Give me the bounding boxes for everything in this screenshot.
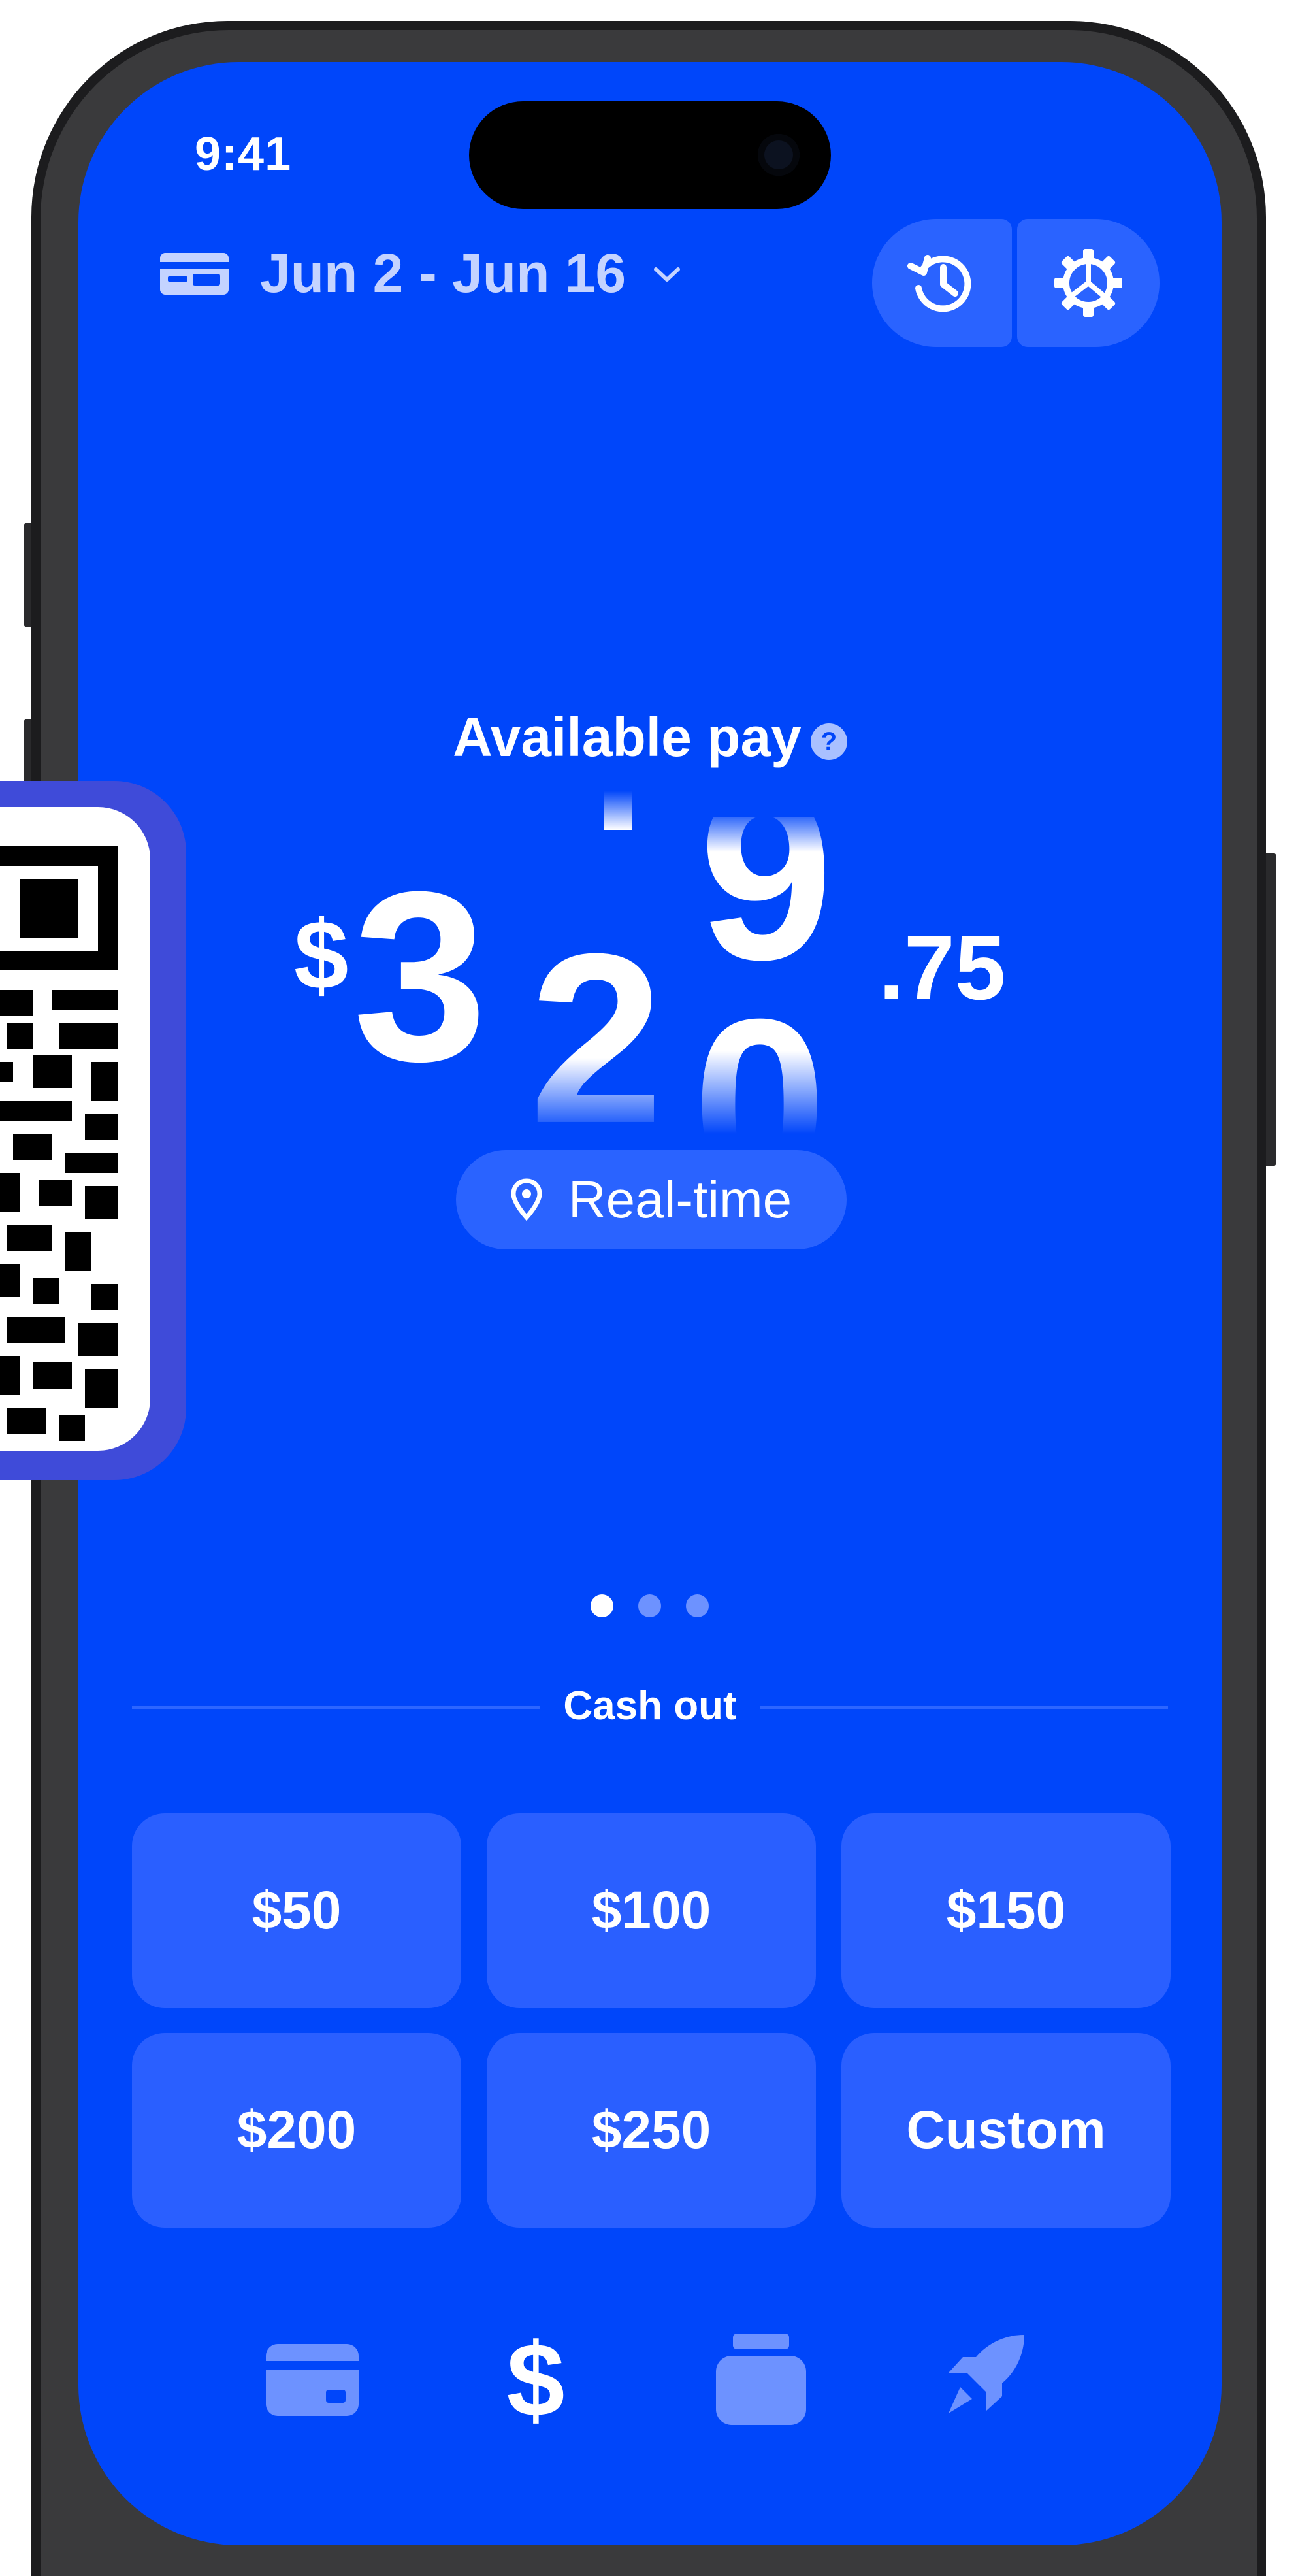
jar-icon xyxy=(716,2334,806,2425)
cash-out-250-button[interactable]: $250 xyxy=(487,2033,816,2228)
amount-digit-3: 3 xyxy=(353,842,487,1112)
settings-icon xyxy=(1054,249,1122,317)
amount-cents: .75 xyxy=(879,916,1006,1019)
status-time: 9:41 xyxy=(195,128,292,180)
amount-digit-2: 2 xyxy=(529,918,664,1134)
dollar-icon: $ xyxy=(507,2330,565,2428)
cash-out-options: $50 $100 $150 $200 $250 Custom xyxy=(132,1813,1171,2228)
history-button[interactable] xyxy=(872,219,1012,347)
amount-digit-fragment xyxy=(604,791,632,830)
cash-out-200-button[interactable]: $200 xyxy=(132,2033,461,2228)
tab-savings[interactable] xyxy=(696,2320,826,2437)
page-dot[interactable] xyxy=(591,1594,613,1617)
pay-period-selector[interactable]: Jun 2 - Jun 16 xyxy=(160,242,682,305)
tab-bar: $ xyxy=(78,2320,1222,2437)
realtime-label: Real-time xyxy=(568,1170,792,1229)
available-pay-label: Available pay? xyxy=(78,706,1222,769)
settings-button[interactable] xyxy=(1017,219,1160,347)
tab-boost[interactable] xyxy=(918,2320,1048,2437)
card-icon xyxy=(160,252,229,295)
pay-period-label: Jun 2 - Jun 16 xyxy=(260,242,626,304)
svg-text:$: $ xyxy=(507,2330,565,2428)
page-indicator xyxy=(591,1594,709,1617)
rocket-icon xyxy=(949,2335,1024,2413)
realtime-pill[interactable]: Real-time xyxy=(456,1150,847,1249)
dynamic-island xyxy=(469,101,831,209)
currency-symbol: $ xyxy=(294,900,349,1010)
chevron-down-icon xyxy=(654,267,681,282)
amount-digit-0: 0 xyxy=(692,983,827,1134)
cash-out-50-button[interactable]: $50 xyxy=(132,1813,461,2008)
page-dot[interactable] xyxy=(638,1594,661,1617)
app-screen: 9:41 Jun 2 - Jun 16 Available pay ? $ 3 … xyxy=(78,62,1222,2545)
cash-out-title: Cash out xyxy=(563,1683,737,1728)
page-dot[interactable] xyxy=(686,1594,709,1617)
header-actions xyxy=(872,219,1160,347)
cash-out-150-button[interactable]: $150 xyxy=(841,1813,1171,2008)
amount-digit-9: 9 xyxy=(699,755,834,970)
cash-out-100-button[interactable]: $100 xyxy=(487,1813,816,2008)
qr-code-card[interactable] xyxy=(0,781,186,1480)
available-pay-text: Available pay xyxy=(453,706,802,768)
tab-wallet[interactable] xyxy=(247,2320,378,2437)
cash-out-custom-button[interactable]: Custom xyxy=(841,2033,1171,2228)
qr-code-icon xyxy=(0,846,118,1441)
tab-pay[interactable]: $ xyxy=(470,2320,601,2437)
history-icon xyxy=(907,255,971,312)
location-pin-icon xyxy=(511,1178,542,1221)
help-icon[interactable]: ? xyxy=(810,723,847,760)
wallet-icon xyxy=(266,2344,359,2416)
qr-code xyxy=(0,807,150,1451)
